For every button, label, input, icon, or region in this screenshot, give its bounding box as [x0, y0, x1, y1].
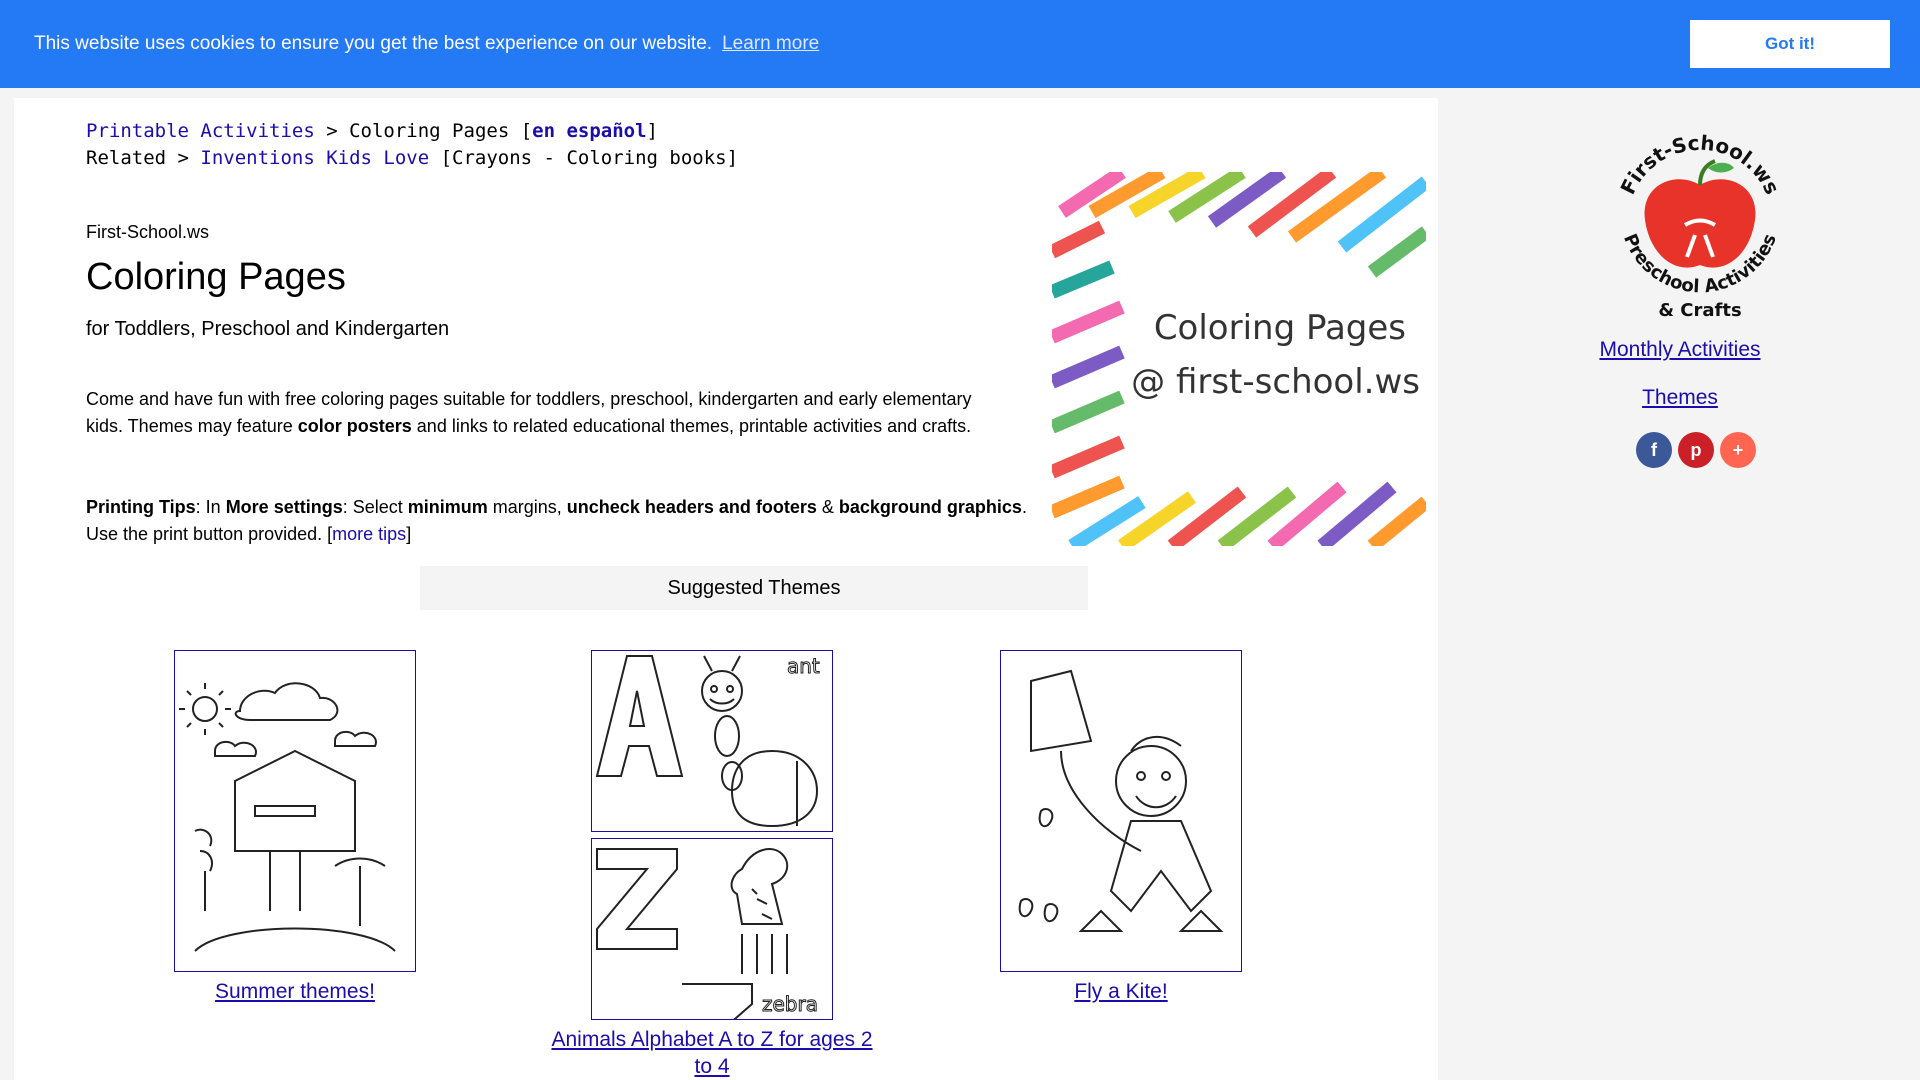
share-icon[interactable]: + [1720, 432, 1756, 468]
alphabet-z-thumbnail[interactable]: zebra [591, 838, 833, 1020]
tips-bold: background graphics [838, 497, 1022, 517]
printing-tips: Printing Tips: In More settings: Select … [86, 494, 1036, 548]
page-title: Coloring Pages [86, 256, 346, 298]
theme-label-summer[interactable]: Summer themes! [172, 978, 418, 1005]
site-name: First-School.ws [86, 222, 210, 242]
related-inventions-link[interactable]: Inventions Kids Love [200, 147, 429, 169]
tips-bold: uncheck headers and footers [566, 497, 817, 517]
cookie-accept-button[interactable]: Got it! [1690, 20, 1890, 68]
facebook-icon[interactable]: f [1636, 432, 1672, 468]
tips-text: margins, [487, 497, 567, 517]
spanish-version-link[interactable]: en español [532, 120, 646, 142]
coloring-pages-hero-image: Coloring Pages @ first-school.ws [1052, 172, 1426, 546]
alphabet-a-thumbnail[interactable]: ant [591, 650, 833, 832]
themes-link[interactable]: Themes [1440, 386, 1920, 410]
pinterest-icon[interactable]: p [1678, 432, 1714, 468]
letter-z-zebra-icon: zebra [596, 848, 818, 1019]
cookie-consent-bar: This website uses cookies to ensure you … [0, 0, 1920, 88]
related-prefix: Related > [86, 147, 201, 169]
cookie-learn-more-link[interactable]: Learn more [722, 33, 819, 55]
breadcrumb-separator: > [314, 120, 350, 142]
more-tips-link[interactable]: more tips [332, 524, 406, 544]
theme-label-animals-alphabet[interactable]: Animals Alphabet A to Z for ages 2 to 4 [540, 1026, 884, 1080]
breadcrumb-current: Coloring Pages [ [349, 120, 533, 142]
apple-icon [1644, 179, 1756, 268]
colored-pencils-illustration [1052, 172, 1426, 546]
first-school-logo[interactable]: First-School.ws Preschool Activities & C… [1600, 120, 1800, 320]
tips-label: Printing Tips [86, 497, 196, 517]
ant-word-label: ant [787, 654, 820, 678]
hero-caption-line2: @ first-school.ws [1131, 362, 1420, 402]
breadcrumb-close: ] [646, 120, 658, 142]
tips-text: & [816, 497, 839, 517]
summer-coloring-thumbnail[interactable] [174, 650, 416, 972]
social-share-buttons: f p + [1636, 432, 1756, 468]
tips-bold: More settings [225, 497, 343, 517]
breadcrumb-printable-activities-link[interactable]: Printable Activities [86, 120, 315, 142]
monthly-activities-link[interactable]: Monthly Activities [1440, 338, 1920, 362]
tips-bold: minimum [407, 497, 488, 517]
tips-text: : In [195, 497, 226, 517]
kite-coloring-thumbnail[interactable] [1000, 650, 1242, 972]
intro-bold: color posters [297, 416, 412, 436]
breadcrumb: Printable Activities > Coloring Pages [e… [86, 118, 738, 172]
hero-caption-line1: Coloring Pages [1153, 308, 1406, 348]
summer-beach-house-icon [179, 682, 396, 952]
theme-card-animals-alphabet[interactable]: ant zebra Animals Alphabet A to Z for ag… [540, 650, 884, 1080]
cookie-message: This website uses cookies to ensure you … [34, 33, 713, 54]
zebra-word-label: zebra [762, 992, 818, 1016]
intro-text-2: and links to related educational themes,… [411, 416, 972, 436]
page-subtitle: for Toddlers, Preschool and Kindergarten [86, 318, 450, 340]
sidebar: First-School.ws Preschool Activities & C… [1440, 98, 1920, 1080]
theme-card-kite[interactable]: Fly a Kite! [998, 650, 1244, 1005]
related-suffix: [Crayons - Coloring books] [429, 147, 739, 169]
intro-paragraph: Come and have fun with free coloring pag… [86, 386, 986, 440]
tips-text: : Select [342, 497, 408, 517]
boy-with-kite-icon [1018, 669, 1224, 932]
theme-label-kite[interactable]: Fly a Kite! [998, 978, 1244, 1005]
logo-crafts-text: & Crafts [1658, 300, 1741, 320]
theme-card-summer[interactable]: Summer themes! [172, 650, 418, 1005]
letter-a-ant-icon: ant [595, 654, 820, 828]
tips-text: ] [406, 524, 412, 544]
suggested-themes-heading: Suggested Themes [420, 566, 1088, 610]
main-content: Printable Activities > Coloring Pages [e… [14, 98, 1438, 1080]
